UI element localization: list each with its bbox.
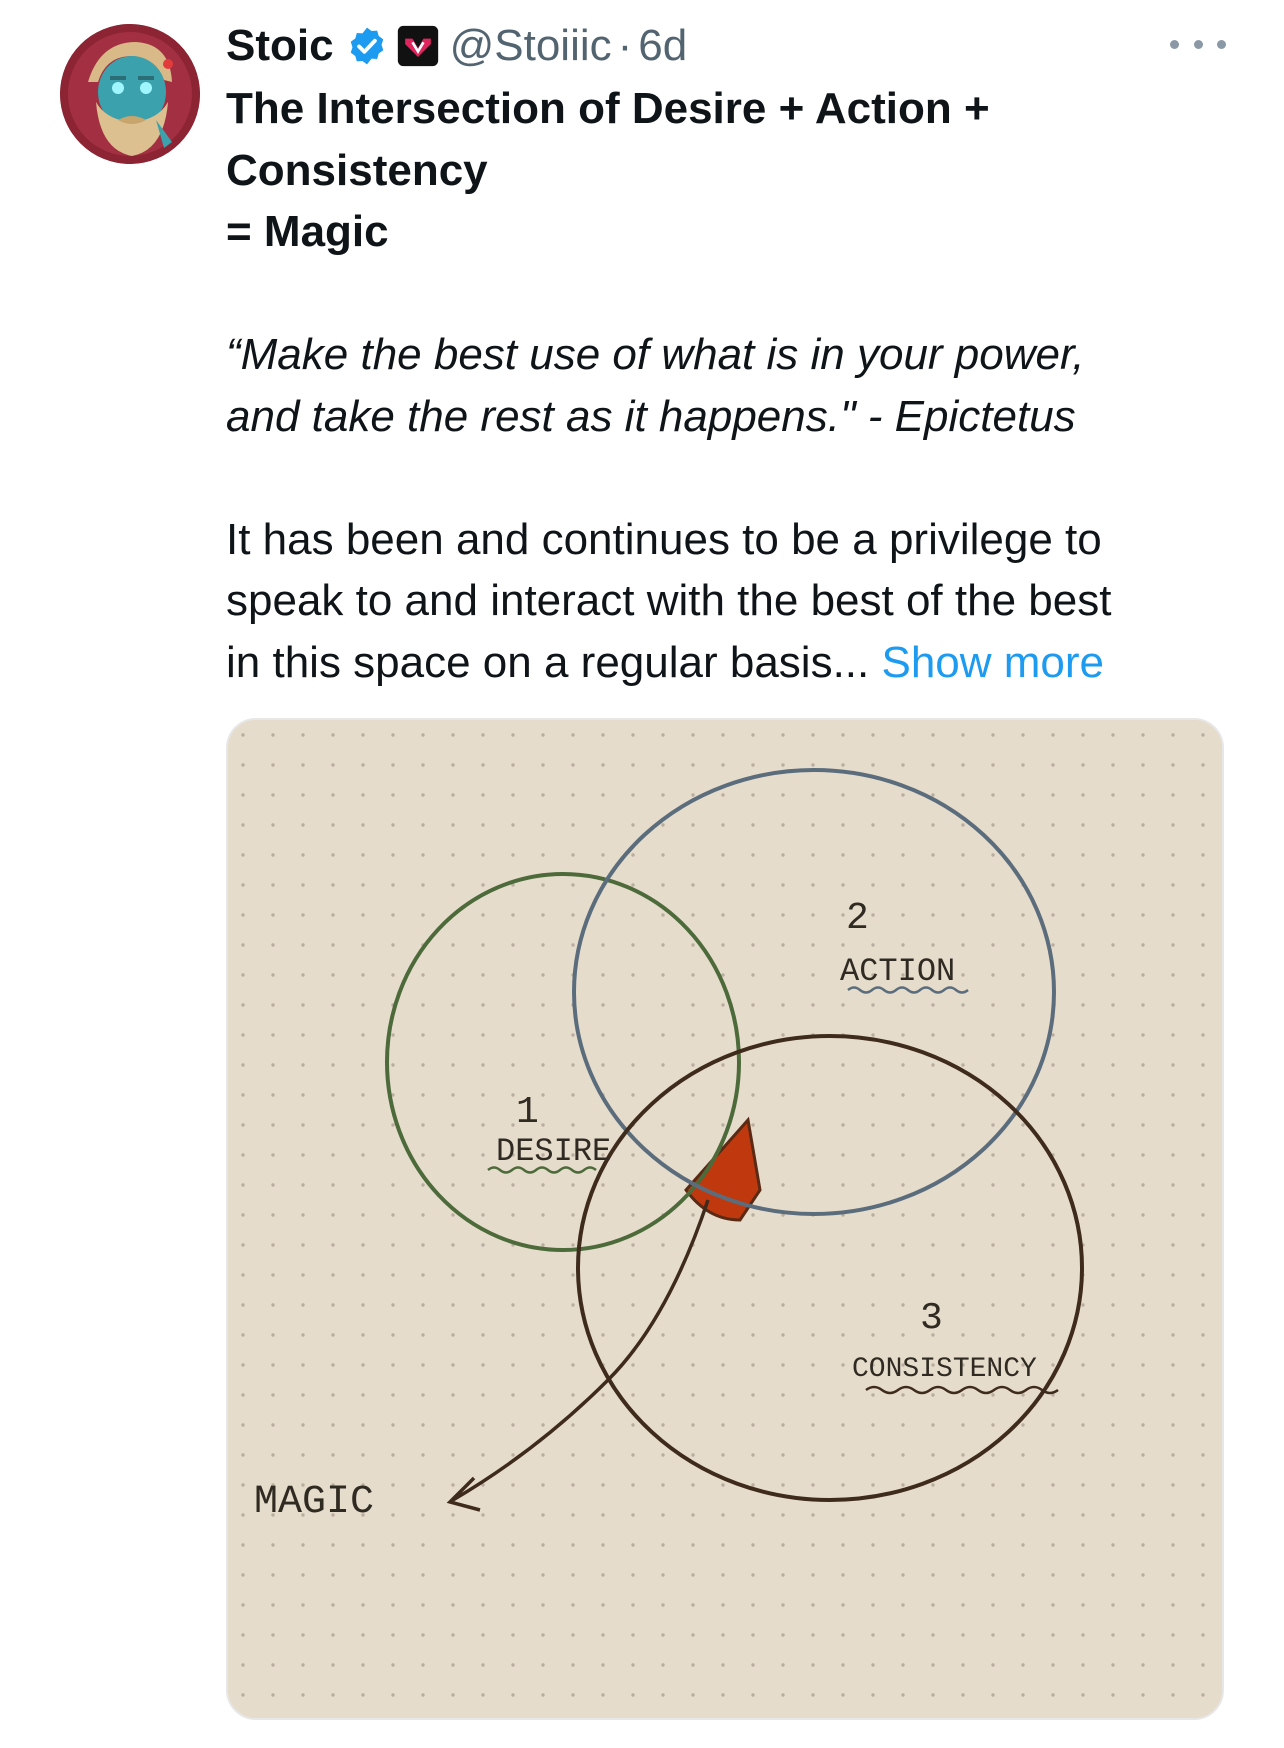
tweet-title-line: The Intersection of Desire + Action + bbox=[226, 84, 990, 133]
magic-label: MAGIC bbox=[254, 1480, 374, 1525]
tweet-body-text: in this space on a regular basis... bbox=[226, 637, 870, 687]
consistency-label: CONSISTENCY bbox=[852, 1354, 1037, 1385]
tweet-body-line: speak to and interact with the best of t… bbox=[226, 576, 1112, 625]
more-dot bbox=[1170, 39, 1179, 49]
action-number: 2 bbox=[846, 897, 869, 940]
tweet-body-line: It has been and continues to be a privil… bbox=[226, 514, 1102, 564]
action-label: ACTION bbox=[840, 953, 955, 990]
avatar[interactable] bbox=[60, 24, 200, 164]
header-separator: · bbox=[617, 21, 633, 70]
show-more-link[interactable]: Show more bbox=[881, 638, 1104, 687]
tweet-timestamp[interactable]: 6d bbox=[638, 21, 687, 71]
affiliate-badge-icon[interactable] bbox=[396, 24, 440, 68]
tweet-title-line: = Magic bbox=[226, 207, 389, 256]
tweet-title-line: Consistency bbox=[226, 145, 488, 195]
author-display-name[interactable]: Stoic bbox=[226, 21, 334, 71]
desire-number: 1 bbox=[516, 1091, 539, 1134]
more-dot bbox=[1217, 39, 1226, 49]
author-handle[interactable]: @Stoiiic bbox=[450, 21, 612, 71]
verified-badge-icon bbox=[350, 27, 383, 65]
consistency-number: 3 bbox=[920, 1297, 943, 1340]
tweet-image[interactable]: 1 DESIRE 2 ACTION 3 CONSISTENCY MAGIC bbox=[226, 718, 1224, 1720]
tweet-header: Stoic @Stoiiic · 6d bbox=[226, 18, 687, 74]
tweet-body-line-last: in this space on a regular basis... Show… bbox=[226, 632, 1236, 694]
tweet-quote-line: and take the rest as it happens." - Epic… bbox=[226, 391, 1076, 441]
tweet-text: The Intersection of Desire + Action + Co… bbox=[226, 78, 1236, 693]
more-dot bbox=[1193, 39, 1203, 49]
tweet-quote-line: “Make the best use of what is in your po… bbox=[226, 330, 1085, 379]
more-options-icon[interactable] bbox=[1170, 26, 1226, 62]
desire-label: DESIRE bbox=[496, 1133, 611, 1170]
tweet: Stoic @Stoiiic · 6d The Intersection of … bbox=[0, 0, 1284, 1748]
